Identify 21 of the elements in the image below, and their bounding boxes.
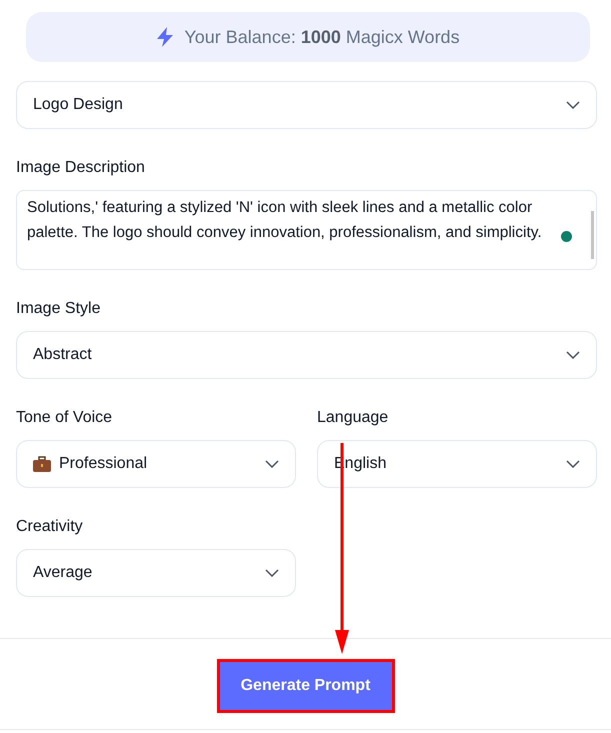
chevron-down-icon [265,569,279,577]
field-label: Image Description [16,159,146,177]
select-field[interactable]: Professional [16,440,296,488]
chevron-down-icon [566,351,580,359]
field-label: Tone of Voice [16,409,114,427]
cursor-dot-icon [561,231,572,242]
briefcase-icon [33,456,51,472]
chevron-down-icon [566,101,580,109]
select-field[interactable]: Logo Design [16,81,597,129]
chevron-down-icon [566,460,580,468]
field-label: Creativity [16,518,84,536]
select-field[interactable]: Abstract [16,331,597,379]
balance-text: Your Balance: 1000 Magicx Words [184,26,460,48]
lightning-icon [156,27,174,47]
scrollbar[interactable] [591,211,594,259]
text-area[interactable]: Solutions,' featuring a stylized 'N' icon with sleek lines and a metallic color palette. The logo should convey innovation, professionalism, and simplicity. [16,190,597,270]
field-label: Language [317,409,390,427]
field-label: Image Style [16,300,102,318]
select-field[interactable]: Average [16,549,296,597]
chevron-down-icon [265,460,279,468]
generate-prompt-button[interactable]: Generate Prompt [216,659,394,713]
